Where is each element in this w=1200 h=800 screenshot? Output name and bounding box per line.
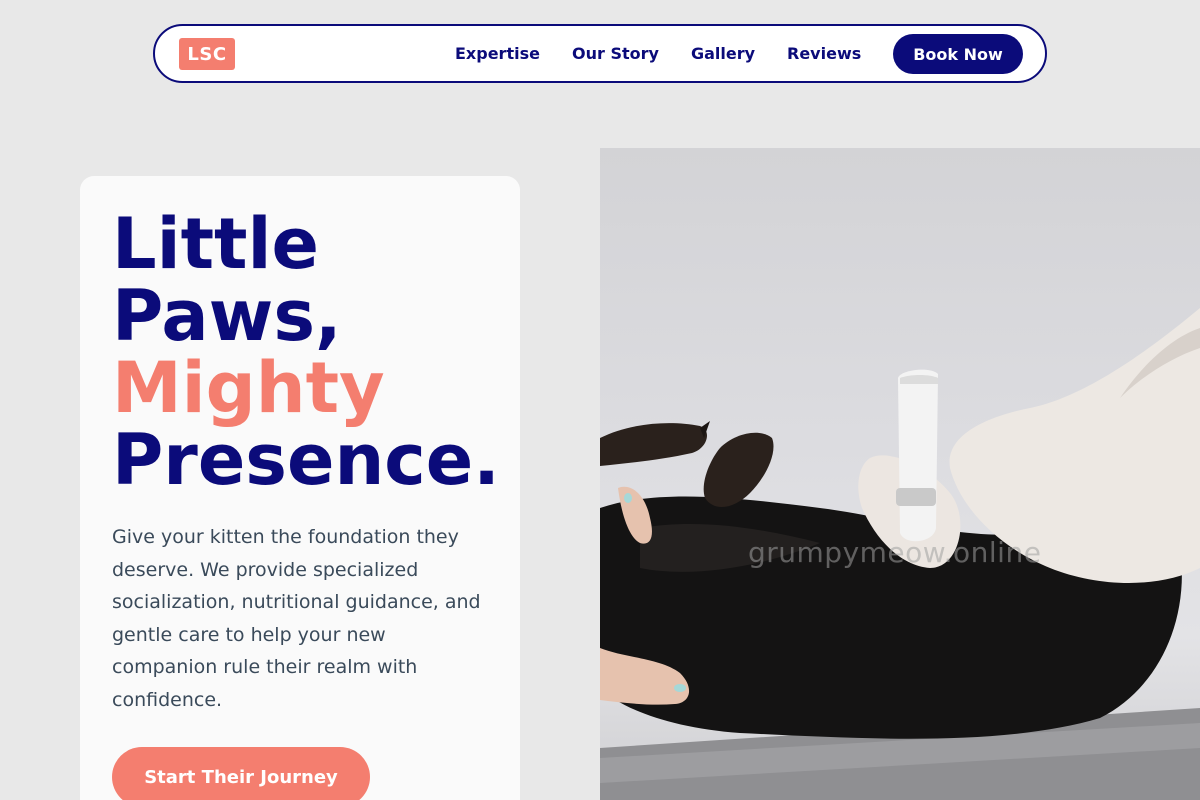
headline-line-1: Little <box>112 203 319 285</box>
hero-description: Give your kitten the foundation they des… <box>112 526 481 711</box>
watermark-text: grumpymeow.online <box>748 536 1042 569</box>
nav-link-reviews[interactable]: Reviews <box>787 44 861 63</box>
top-nav: LSC Expertise Our Story Gallery Reviews … <box>153 24 1047 83</box>
nav-link-our-story[interactable]: Our Story <box>572 44 659 63</box>
nav-link-expertise[interactable]: Expertise <box>455 44 540 63</box>
book-now-button[interactable]: Book Now <box>893 34 1023 74</box>
logo[interactable]: LSC <box>179 38 235 70</box>
headline-line-2: Paws, <box>112 275 342 357</box>
headline-line-4: Presence. <box>112 419 500 501</box>
headline-accent: Mighty <box>112 347 385 429</box>
hero-photo: grumpymeow.online <box>600 148 1200 800</box>
start-journey-button[interactable]: Start Their Journey <box>112 747 370 800</box>
hero-card: Little Paws, Mighty Presence. Give your … <box>80 176 520 800</box>
vet-ultrasound-illustration <box>600 308 1200 800</box>
hero-headline: Little Paws, Mighty Presence. <box>112 208 500 496</box>
page: LSC Expertise Our Story Gallery Reviews … <box>0 0 1200 800</box>
nav-link-gallery[interactable]: Gallery <box>691 44 755 63</box>
